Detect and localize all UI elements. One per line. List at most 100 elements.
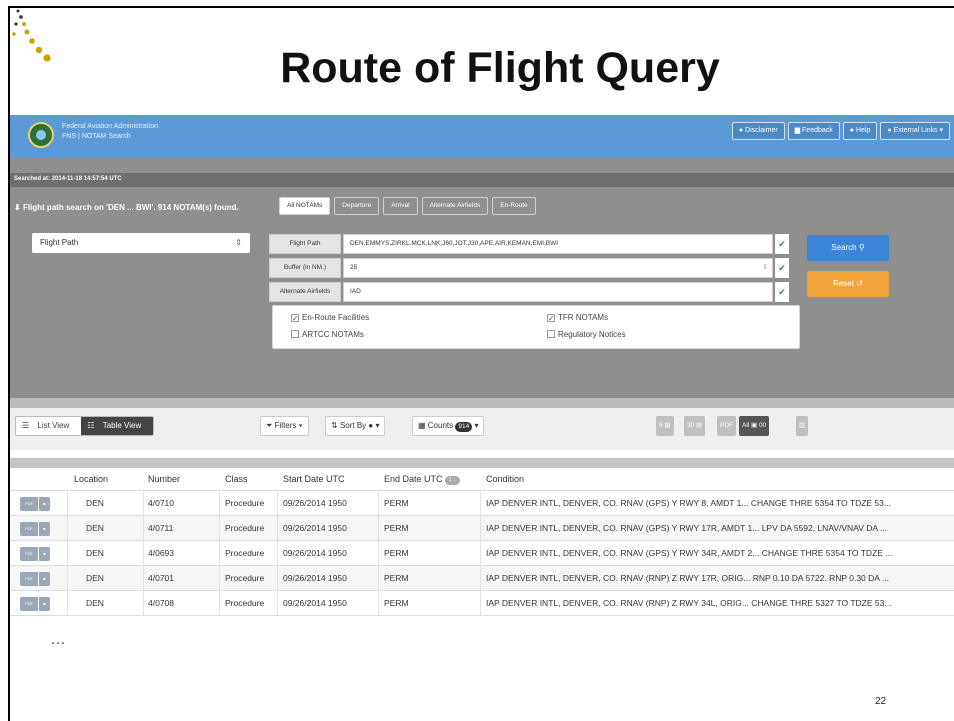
cell-start: 09/26/2014 1950 — [283, 548, 347, 558]
all-button[interactable]: All ▣ 00 — [739, 416, 770, 436]
sort-by-button[interactable]: ⇅ Sort By ● ▾ — [325, 416, 386, 436]
search-mode-select[interactable]: Flight Path ⇕ — [32, 233, 250, 253]
searched-bar — [10, 173, 954, 187]
enroute-checkbox[interactable]: ✓ En-Route Facilities — [291, 313, 369, 323]
buffer-value: 25 — [350, 264, 358, 271]
unchecked-icon — [547, 330, 555, 338]
result-summary: ⬇ Flight path search on 'DEN ... BWI'. 9… — [14, 203, 239, 212]
cell-location: DEN — [86, 598, 104, 608]
col-location[interactable]: Location — [74, 474, 108, 484]
cell-class: Procedure — [225, 598, 265, 608]
search-mode-value: Flight Path — [40, 238, 79, 247]
hazard-count-button[interactable]: 8 ▨ — [656, 416, 674, 436]
buffer-label: Buffer (in NM.) — [269, 258, 341, 278]
faa-seal-icon — [28, 122, 54, 148]
alternate-row: Alternate Airfields IAD ✔ — [269, 282, 789, 302]
list-view-button[interactable]: ☰ List View — [16, 417, 82, 435]
cell-end: PERM — [384, 573, 409, 583]
table-view-button[interactable]: ☷ Table View — [81, 417, 154, 435]
select-caret-icon: ⇕ — [235, 238, 242, 247]
search-button[interactable]: Search ⚲ — [807, 235, 889, 261]
pdf-row-button[interactable]: PDF ■ — [20, 597, 50, 611]
spinner-icon[interactable]: ⇕ — [762, 259, 768, 277]
checked-icon: ✓ — [547, 314, 555, 323]
flight-path-label: Flight Path — [269, 234, 341, 254]
cell-number: 4/0701 — [148, 573, 174, 583]
pdf-row-button[interactable]: PDF ■ — [20, 522, 50, 536]
tab-alternate-airfields[interactable]: Alternate Airfields — [421, 197, 489, 215]
cell-class: Procedure — [225, 548, 265, 558]
app-screenshot: Federal Aviation Administration FNS | NO… — [10, 115, 954, 625]
buffer-row: Buffer (in NM.) 25 ⇕ ✔ — [269, 258, 789, 278]
tab-departure[interactable]: Departure — [334, 197, 380, 215]
filters-button[interactable]: ⏷ Filters ▾ — [260, 416, 309, 436]
col-end-date[interactable]: End Date UTC 1 ↓ — [384, 474, 460, 485]
cell-number: 4/0693 — [148, 548, 174, 558]
help-button[interactable]: ● Help — [842, 122, 878, 140]
cell-start: 09/26/2014 1950 — [283, 573, 347, 583]
unchecked-icon — [291, 330, 299, 338]
cell-location: DEN — [86, 498, 104, 508]
cell-condition: IAP DENVER INTL, DENVER, CO. RNAV (GPS) … — [486, 548, 893, 558]
buffer-input[interactable]: 25 ⇕ — [343, 258, 773, 278]
flight-path-row: Flight Path DEN,EMMYS,ZIRKL,MCK,LNK,J60,… — [269, 234, 789, 254]
pdf-row-button[interactable]: PDF ■ — [20, 547, 50, 561]
counts-button[interactable]: ▦ Counts 914 ▾ — [412, 416, 485, 436]
external-links-button[interactable]: ● External Links ▾ — [880, 122, 950, 140]
panel-divider — [10, 398, 954, 408]
col-start-date[interactable]: Start Date UTC — [283, 474, 345, 484]
tab-all-notams[interactable]: All NOTAMs — [279, 197, 331, 215]
cell-condition: IAP DENVER INTL, DENVER, CO. RNAV (RNP) … — [486, 598, 892, 608]
result-tabs: All NOTAMs Departure Arrival Alternate A… — [279, 197, 536, 215]
cell-condition: IAP DENVER INTL, DENVER, CO. RNAV (GPS) … — [486, 523, 888, 533]
pdf-row-button[interactable]: PDF ■ — [20, 497, 50, 511]
alternate-input[interactable]: IAD — [343, 282, 773, 302]
results-toolbar: ☰ List View ☷ Table View ⏷ Filters ▾ ⇅ S… — [10, 408, 954, 450]
table-row[interactable]: PDF ■ DEN 4/0710 Procedure 09/26/2014 195… — [10, 491, 954, 516]
faa-header: Federal Aviation Administration FNS | NO… — [10, 115, 954, 158]
cell-condition: IAP DENVER INTL, DENVER, CO. RNAV (GPS) … — [486, 498, 891, 508]
columns-button[interactable]: ▥ — [796, 416, 809, 436]
doc-count-button[interactable]: 30 ▤ — [684, 416, 706, 436]
cell-end: PERM — [384, 498, 409, 508]
cell-class: Procedure — [225, 573, 265, 583]
table-row[interactable]: PDF ■ DEN 4/0711 Procedure 09/26/2014 195… — [10, 516, 954, 541]
table-divider — [10, 458, 954, 468]
cell-end: PERM — [384, 598, 409, 608]
table-row[interactable]: PDF ■ DEN 4/0693 Procedure 09/26/2014 195… — [10, 541, 954, 566]
pdf-row-button[interactable]: PDF ■ — [20, 572, 50, 586]
cell-location: DEN — [86, 548, 104, 558]
slide-title: Route of Flight Query — [280, 44, 720, 92]
options-box: ✓ En-Route Facilities ✓ TFR NOTAMs ARTCC N… — [272, 305, 800, 349]
col-condition[interactable]: Condition — [486, 474, 524, 484]
cell-number: 4/0708 — [148, 598, 174, 608]
cell-location: DEN — [86, 573, 104, 583]
searched-at: Searched at: 2014-11-18 14:57:54 UTC — [14, 176, 122, 182]
col-number[interactable]: Number — [148, 474, 180, 484]
check-icon: ✔ — [775, 234, 789, 254]
table-row[interactable]: PDF ■ DEN 4/0708 Procedure 09/26/2014 195… — [10, 591, 954, 616]
slide: Route of Flight Query Federal Aviation A… — [0, 0, 954, 721]
disclaimer-button[interactable]: ● Disclaimer — [731, 122, 785, 140]
org-name: Federal Aviation Administration — [62, 123, 158, 130]
tab-en-route[interactable]: En-Route — [492, 197, 536, 215]
tab-arrival[interactable]: Arrival — [383, 197, 418, 215]
cell-number: 4/0710 — [148, 498, 174, 508]
cell-class: Procedure — [225, 498, 265, 508]
tfr-checkbox[interactable]: ✓ TFR NOTAMs — [547, 313, 608, 323]
checked-icon: ✓ — [291, 314, 299, 323]
view-toggle: ☰ List View ☷ Table View — [15, 416, 155, 436]
artcc-checkbox[interactable]: ARTCC NOTAMs — [291, 330, 364, 339]
table-row[interactable]: PDF ■ DEN 4/0701 Procedure 09/26/2014 195… — [10, 566, 954, 591]
cell-end: PERM — [384, 523, 409, 533]
check-icon: ✔ — [775, 258, 789, 278]
counts-badge: 914 — [455, 422, 473, 432]
feedback-button[interactable]: ▆ Feedback — [787, 122, 840, 140]
flight-path-input[interactable]: DEN,EMMYS,ZIRKL,MCK,LNK,J60,JOT,J30,APE,… — [343, 234, 773, 254]
col-class[interactable]: Class — [225, 474, 248, 484]
regulatory-checkbox[interactable]: Regulatory Notices — [547, 330, 626, 339]
slide-logo-icon — [12, 9, 51, 62]
pdf-button[interactable]: PDF — [717, 416, 736, 436]
cell-class: Procedure — [225, 523, 265, 533]
reset-button[interactable]: Reset ↺ — [807, 271, 889, 297]
